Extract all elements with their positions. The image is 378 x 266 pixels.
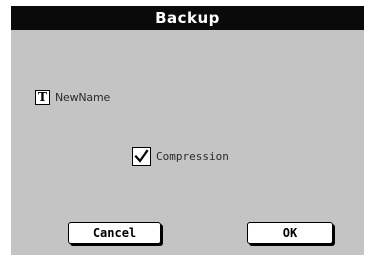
compression-label: Compression xyxy=(156,149,229,163)
compression-checkbox[interactable] xyxy=(132,146,151,166)
cancel-button[interactable]: Cancel xyxy=(68,222,161,244)
compression-option[interactable]: Compression xyxy=(132,146,229,166)
checkmark-icon xyxy=(134,148,149,163)
backup-dialog: Backup T NewName Compression Cancel OK xyxy=(11,6,364,255)
name-field[interactable]: T NewName xyxy=(35,89,110,105)
text-icon[interactable]: T xyxy=(35,89,50,105)
name-value[interactable]: NewName xyxy=(55,91,110,104)
ok-button[interactable]: OK xyxy=(247,222,333,244)
dialog-title: Backup xyxy=(11,6,364,30)
